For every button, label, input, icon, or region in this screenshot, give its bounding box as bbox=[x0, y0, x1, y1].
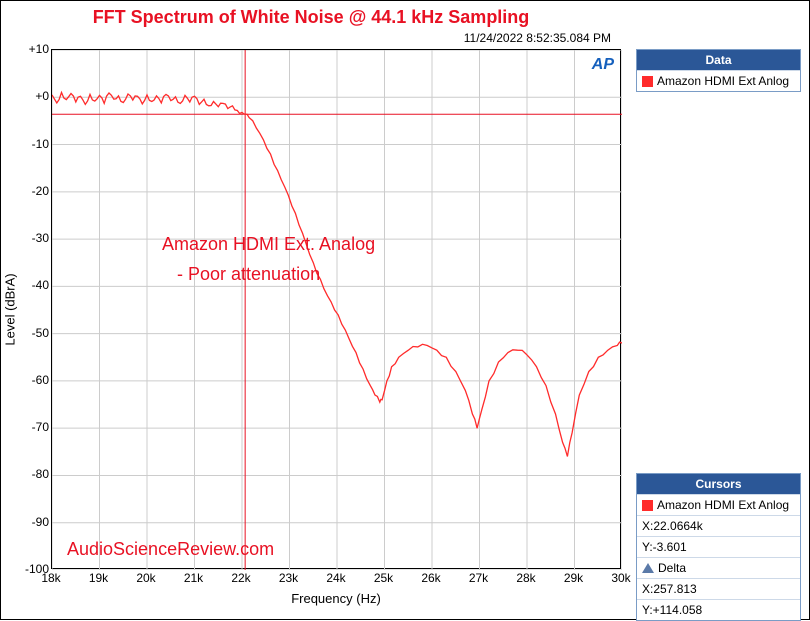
legend-panel: Data Amazon HDMI Ext Anlog bbox=[636, 49, 801, 92]
y-axis-label: Level (dBrA) bbox=[1, 49, 19, 569]
legend-swatch-icon bbox=[642, 76, 653, 87]
timestamp: 11/24/2022 8:52:35.084 PM bbox=[1, 31, 621, 45]
annotation-line1: Amazon HDMI Ext. Analog bbox=[162, 234, 375, 254]
cursor-series-label: Amazon HDMI Ext Anlog bbox=[657, 498, 789, 512]
chart-title: FFT Spectrum of White Noise @ 44.1 kHz S… bbox=[1, 7, 621, 28]
cursor-swatch-icon bbox=[642, 500, 653, 511]
delta-icon bbox=[642, 563, 654, 573]
legend-header: Data bbox=[637, 50, 800, 70]
legend-item[interactable]: Amazon HDMI Ext Anlog bbox=[637, 70, 800, 91]
cursor-header: Cursors bbox=[637, 474, 800, 494]
ap-logo-icon: AP bbox=[592, 56, 614, 74]
plot-svg: Amazon HDMI Ext. Analog - Poor attenuati… bbox=[52, 50, 622, 570]
cursor-x-row: X:22.0664k bbox=[637, 515, 800, 536]
annotation-line2: - Poor attenuation bbox=[177, 264, 320, 284]
cursor-delta-y: Y:+114.058 bbox=[637, 599, 800, 620]
cursor-y-row: Y:-3.601 bbox=[637, 536, 800, 557]
cursor-delta-row[interactable]: Delta bbox=[637, 557, 800, 578]
watermark-text: AudioScienceReview.com bbox=[67, 539, 274, 559]
y-axis-ticks: +10+0-10-20-30-40-50-60-70-80-90-100 bbox=[21, 49, 49, 569]
x-axis-ticks: 18k19k20k21k22k23k24k25k26k27k28k29k30k bbox=[51, 571, 621, 587]
cursor-panel: Cursors Amazon HDMI Ext Anlog X:22.0664k… bbox=[636, 473, 801, 621]
x-axis-label: Frequency (Hz) bbox=[51, 591, 621, 606]
legend-series-label: Amazon HDMI Ext Anlog bbox=[657, 74, 789, 88]
plot-area: AP Amazon HDMI Ext. Analog - Poor attenu… bbox=[51, 49, 621, 569]
delta-label: Delta bbox=[658, 561, 686, 575]
cursor-series-row[interactable]: Amazon HDMI Ext Anlog bbox=[637, 494, 800, 515]
cursor-delta-x: X:257.813 bbox=[637, 578, 800, 599]
